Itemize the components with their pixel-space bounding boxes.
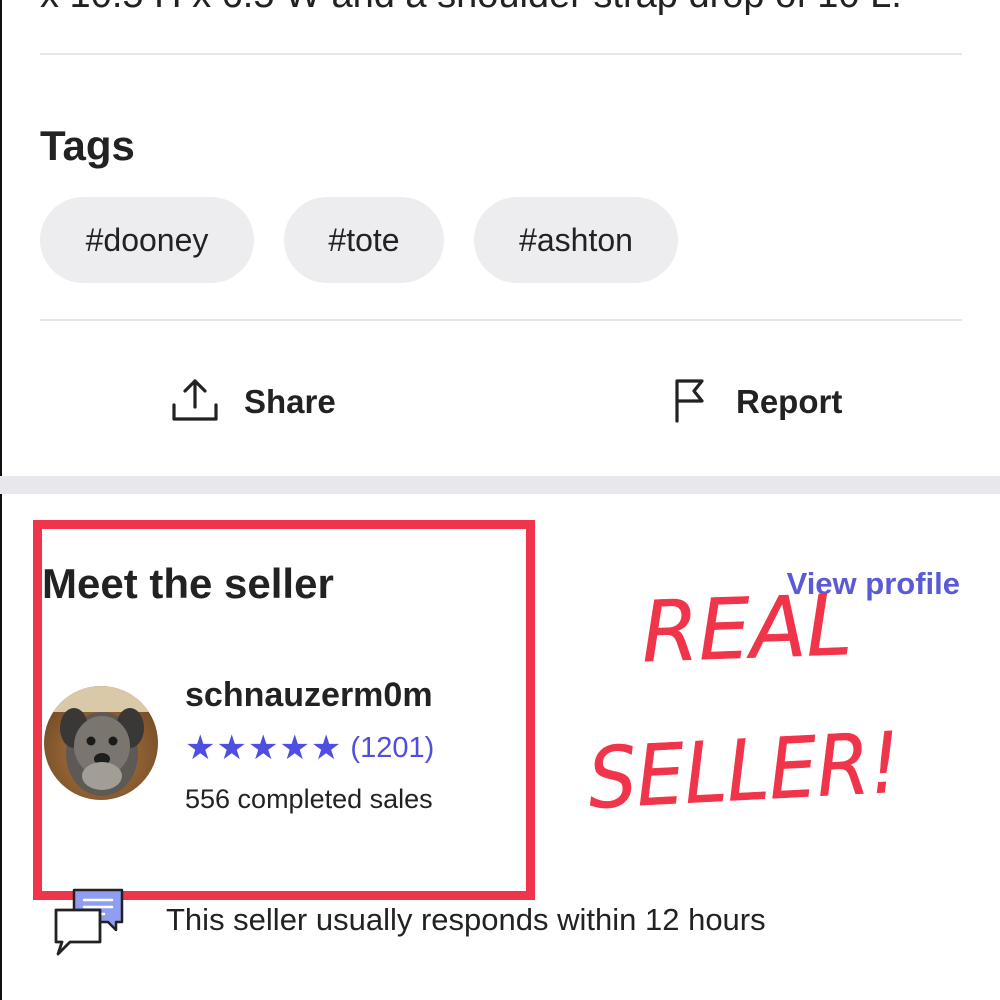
share-button[interactable]: Share — [170, 370, 336, 434]
seller-section-title: Meet the seller — [42, 560, 334, 607]
tags-heading: Tags — [40, 122, 135, 169]
report-label: Report — [736, 383, 843, 420]
seller-rating[interactable]: ★★★★★ (1201) — [185, 726, 434, 770]
tag-chip-dooney[interactable]: #dooney — [40, 197, 254, 283]
section-separator — [0, 476, 1000, 494]
rating-stars-icon: ★★★★★ — [185, 728, 343, 768]
view-profile-link[interactable]: View profile — [787, 566, 960, 602]
listing-page: x 10.5 H x 6.5 W and a shoulder strap dr… — [0, 0, 1000, 1000]
seller-username[interactable]: schnauzerm0m — [185, 676, 433, 715]
screen-edge — [0, 0, 2, 1000]
tag-chip-ashton[interactable]: #ashton — [474, 197, 678, 283]
share-icon — [170, 375, 220, 430]
response-time-text: This seller usually responds within 12 h… — [166, 902, 766, 937]
tag-chip-tote[interactable]: #tote — [284, 197, 444, 283]
rating-count: (1201) — [350, 731, 435, 764]
response-time-row — [52, 888, 128, 965]
share-label: Share — [244, 383, 336, 420]
report-button[interactable]: Report — [672, 370, 842, 434]
divider — [40, 319, 962, 321]
handwritten-annotation: REAL SELLER! — [586, 578, 903, 818]
seller-avatar[interactable] — [44, 686, 158, 800]
annotation-line-2: SELLER! — [586, 714, 903, 818]
flag-icon — [672, 375, 708, 430]
divider — [40, 53, 962, 55]
chat-bubbles-icon — [52, 888, 128, 965]
description-text: x 10.5 H x 6.5 W and a shoulder strap dr… — [40, 0, 902, 17]
completed-sales: 556 completed sales — [185, 784, 433, 814]
